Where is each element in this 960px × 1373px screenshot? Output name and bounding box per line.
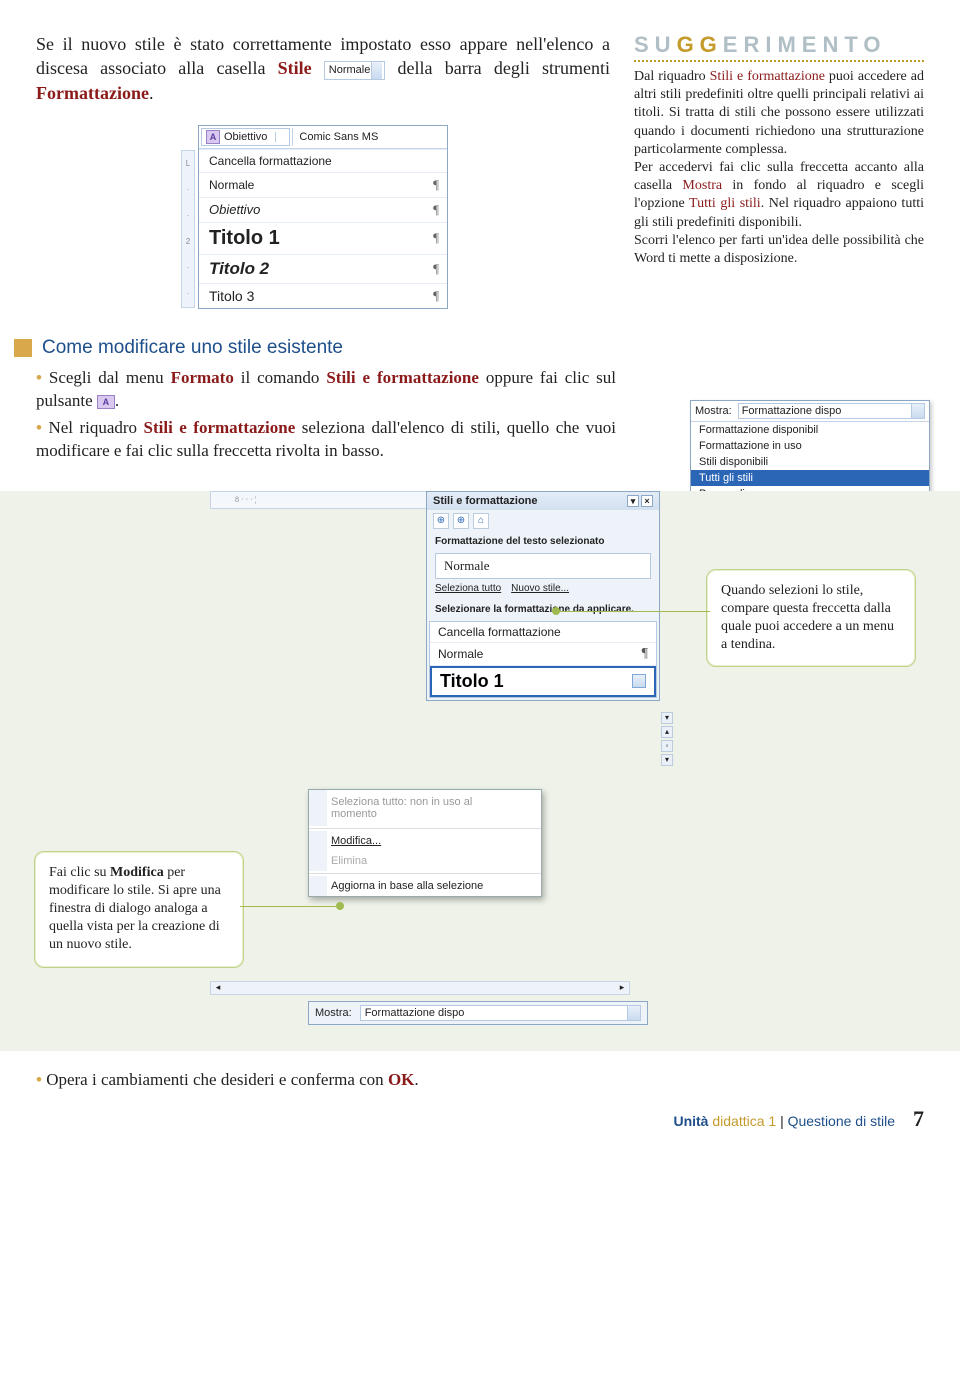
- mostra-field[interactable]: Formattazione dispo: [738, 403, 925, 419]
- styles-button-icon: A: [97, 395, 115, 409]
- fwd-icon[interactable]: ⊕: [453, 513, 469, 529]
- section-title: Come modificare uno stile esistente: [42, 337, 343, 359]
- tp-section-1: Formattazione del testo selezionato: [427, 532, 659, 551]
- back-icon[interactable]: ⊕: [433, 513, 449, 529]
- callout-modifica: Fai clic su Modifica per modificare lo s…: [34, 851, 244, 968]
- final-bullet: • Opera i cambiamenti che desideri e con…: [36, 1069, 924, 1092]
- styles-taskpane: Stili e formattazione ▾× ⊕ ⊕ ⌂ Formattaz…: [426, 491, 660, 701]
- font-box: Comic Sans MS: [292, 128, 447, 146]
- taskpane-title: Stili e formattazione: [433, 495, 538, 507]
- titolo1-selected[interactable]: Titolo 1: [430, 666, 656, 697]
- context-menu: Seleziona tutto: non in uso al momento M…: [308, 789, 542, 897]
- screenshot-panel: 8 · · · ¦ Stili e formattazione ▾× ⊕ ⊕ ⌂…: [0, 491, 960, 1051]
- menu-aggiorna[interactable]: Aggiorna in base alla selezione: [309, 876, 541, 896]
- section-square-icon: [14, 339, 32, 357]
- suggerimento-title: SUGGERIMENTO: [634, 32, 924, 58]
- mostra-bottom-bar: Mostra: Formattazione dispo: [308, 1001, 648, 1025]
- mostra-bottom-select[interactable]: Formattazione dispo: [360, 1005, 641, 1021]
- current-format-field[interactable]: Normale: [435, 553, 651, 579]
- callout-freccetta: Quando selezioni lo stile, compare quest…: [706, 569, 916, 668]
- inline-style-select: Normale: [324, 61, 386, 80]
- menu-elimina: Elimina: [309, 851, 541, 871]
- scroll-arrows[interactable]: ▾▴◦▾: [661, 712, 673, 766]
- bullet-2: • Nel riquadro Stili e formattazione sel…: [36, 417, 616, 463]
- select-all-link[interactable]: Seleziona tutto: [435, 583, 501, 594]
- taskpane-menu-icon[interactable]: ▾: [627, 495, 639, 507]
- tp-section-2: Selezionare la formattazione da applicar…: [427, 600, 659, 619]
- mostra-item[interactable]: Formattazione in uso: [691, 438, 929, 454]
- close-icon[interactable]: ×: [641, 495, 653, 507]
- mostra-item-selected[interactable]: Tutti gli stili: [691, 470, 929, 486]
- new-style-link[interactable]: Nuovo stile...: [511, 583, 569, 594]
- suggerimento-box: SUGGERIMENTO Dal riquadro Stili e format…: [634, 32, 924, 319]
- h-scrollbar[interactable]: ◂▸: [210, 981, 630, 995]
- mostra-item[interactable]: Stili disponibili: [691, 454, 929, 470]
- chevron-down-icon[interactable]: [632, 674, 646, 688]
- styles-aa-icon: A: [206, 130, 220, 144]
- vertical-ruler: L · · 2 · ·: [181, 150, 195, 308]
- menu-modifica[interactable]: Modifica...: [309, 831, 541, 851]
- intro-paragraph: Se il nuovo stile è stato correttamente …: [36, 32, 610, 105]
- styles-dropdown: L · · 2 · · AObiettivo Comic Sans MS Can…: [198, 125, 448, 309]
- page-number: 7: [913, 1106, 924, 1132]
- tp-style-list: Cancella formattazione Normale¶ Titolo 1: [429, 621, 657, 698]
- mostra-item[interactable]: Formattazione disponibil: [691, 422, 929, 438]
- home-icon[interactable]: ⌂: [473, 513, 489, 529]
- page-footer: Unità didattica 1 | Questione di stile 7: [36, 1096, 924, 1132]
- bullet-1: • Scegli dal menu Formato il comando Sti…: [36, 367, 616, 413]
